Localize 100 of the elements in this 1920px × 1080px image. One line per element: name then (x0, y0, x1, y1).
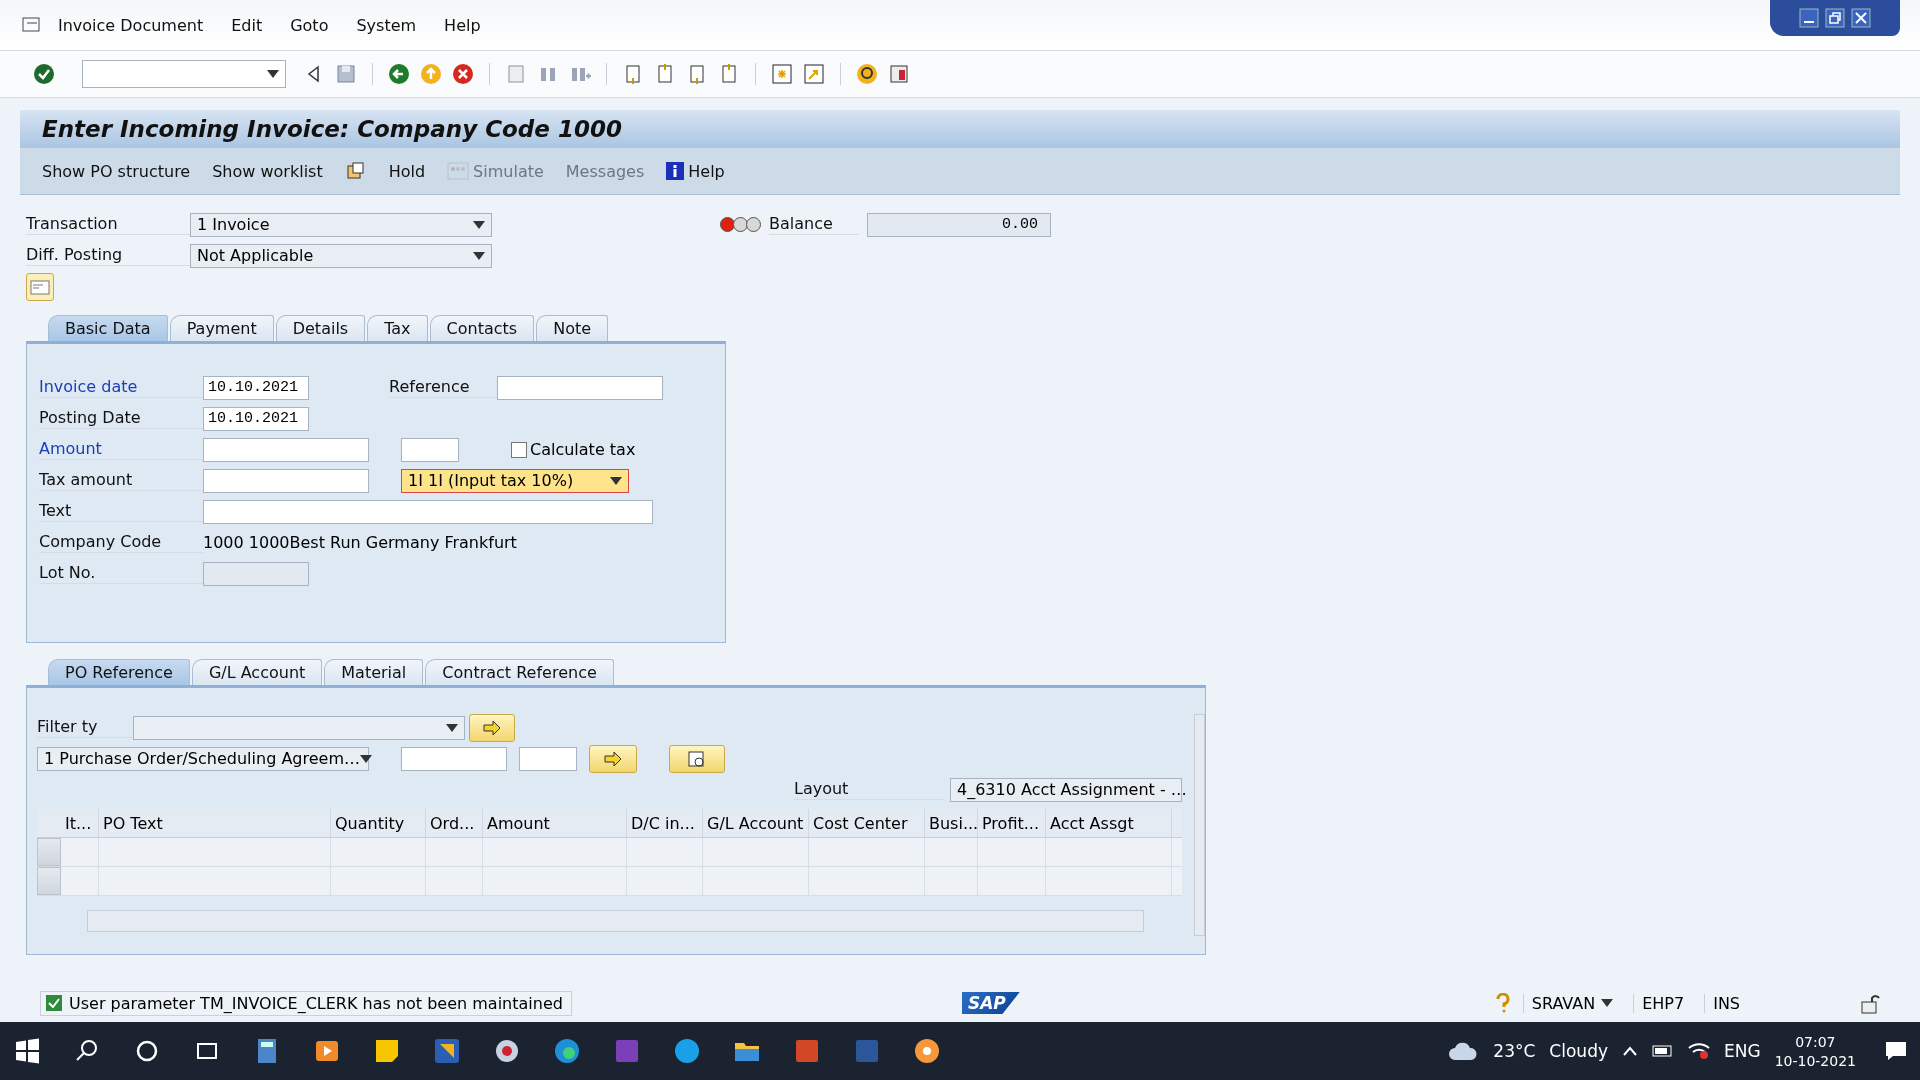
column-header[interactable]: PO Text (99, 809, 331, 837)
shortcut-icon[interactable] (802, 62, 826, 86)
toolbar-button[interactable]: Show PO structure (42, 159, 191, 183)
tab[interactable]: Basic Data (48, 315, 168, 341)
simulate-icon (447, 162, 470, 180)
tab[interactable]: Payment (169, 315, 274, 341)
tab[interactable]: Details (275, 315, 366, 341)
dropdown-caret-icon (473, 220, 485, 229)
filter-dropdown[interactable] (133, 715, 465, 740)
toolbar-button[interactable]: Help (666, 159, 725, 183)
network-icon[interactable] (1688, 1042, 1710, 1060)
lock-icon[interactable] (1860, 992, 1880, 1014)
balance-field: 0.00 (867, 212, 1051, 237)
field-label: Balance (769, 214, 859, 235)
toggle-header-button[interactable] (26, 273, 54, 301)
minimize-icon[interactable] (1799, 8, 1819, 28)
apply-filter-button[interactable] (469, 713, 515, 742)
tab[interactable]: G/L Account (191, 659, 323, 685)
date-field[interactable]: 10.10.2021 (203, 406, 309, 431)
checkbox[interactable] (511, 441, 527, 458)
column-header[interactable]: D/C in... (627, 809, 703, 837)
arrow-right-icon (482, 719, 502, 736)
column-header[interactable]: Amount (483, 809, 627, 837)
dropdown-caret-icon (446, 723, 458, 732)
weather-text: Cloudy (1549, 1041, 1608, 1061)
restore-icon[interactable] (1825, 8, 1845, 28)
dropdown-caret-icon (610, 476, 622, 485)
search-help-button[interactable] (669, 744, 725, 773)
tab[interactable]: Material (324, 659, 424, 685)
dropdown-caret-icon (267, 70, 279, 78)
menu-item[interactable]: Invoice Document (44, 15, 218, 35)
column-header[interactable]: Busi... (925, 809, 978, 837)
currency-field[interactable] (401, 437, 459, 462)
amount-field[interactable] (203, 437, 369, 462)
release-field: EHP7 (1633, 993, 1693, 1013)
menu-item[interactable]: System (342, 15, 431, 35)
diff-posting-dropdown[interactable]: Not Applicable (190, 243, 492, 268)
vertical-scrollbar[interactable] (1194, 714, 1205, 936)
column-header[interactable]: Profit... (978, 809, 1046, 837)
lot-number-field[interactable] (203, 561, 309, 586)
screen-title: Enter Incoming Invoice: Company Code 1000 (20, 110, 1900, 148)
document-type-dropdown[interactable]: 1 Purchase Order/Scheduling Agreem… (37, 746, 369, 771)
dropdown-caret-icon (473, 251, 485, 260)
text-field[interactable] (203, 499, 653, 524)
tab[interactable]: Contacts (429, 315, 535, 341)
dropdown-caret-icon (1601, 999, 1614, 1007)
tab[interactable]: Contract Reference (425, 659, 614, 685)
save-icon[interactable] (334, 62, 358, 86)
field-label: Company Code (39, 532, 203, 553)
success-icon (45, 994, 63, 1012)
mode-field: INS (1704, 993, 1748, 1013)
app-icon[interactable] (432, 1036, 462, 1066)
field-label: Layout (794, 779, 944, 800)
date-field[interactable]: 10.10.2021 (203, 375, 309, 400)
toolbar-button[interactable]: Hold (388, 159, 426, 183)
toolbar-button[interactable]: Show worklist (212, 159, 323, 183)
back-icon[interactable] (387, 62, 411, 86)
browser-icon[interactable] (552, 1036, 582, 1066)
language-indicator[interactable]: ENG (1724, 1041, 1761, 1061)
cancel-icon[interactable] (451, 62, 475, 86)
dropdown-caret-icon (360, 754, 372, 763)
column-header[interactable]: Quantity (331, 809, 426, 837)
column-header[interactable]: G/L Account (703, 809, 809, 837)
status-lights (722, 217, 761, 232)
sap-logo: SAP (961, 992, 1020, 1014)
transaction-dropdown[interactable]: 1 Invoice (190, 212, 492, 237)
layout-icon[interactable] (887, 62, 911, 86)
battery-icon[interactable] (1652, 1044, 1674, 1058)
confirm-icon[interactable] (32, 62, 56, 86)
column-header[interactable]: Acct Assgt (1046, 809, 1172, 837)
column-header[interactable]: Ord... (426, 809, 483, 837)
search-help-icon (687, 749, 707, 768)
document-number-field[interactable] (401, 746, 507, 771)
command-field[interactable] (82, 60, 286, 88)
notification-icon[interactable] (1884, 1040, 1908, 1062)
menu-item[interactable]: Edit (217, 15, 277, 35)
question-icon[interactable] (1494, 993, 1511, 1013)
tax-amount-field[interactable] (203, 468, 369, 493)
arrow-right-icon (603, 750, 623, 767)
tab[interactable]: Note (536, 315, 609, 341)
tab[interactable]: PO Reference (48, 659, 190, 685)
status-text: User parameter TM_INVOICE_CLERK has not been maintained (69, 993, 563, 1013)
menu-item[interactable]: Help (430, 15, 495, 35)
user-field[interactable]: SRAVAN (1522, 993, 1622, 1013)
close-icon[interactable] (1851, 8, 1871, 28)
execute-button[interactable] (589, 744, 637, 773)
tax-code-dropdown[interactable]: 1I 1I (Input tax 10%) (401, 468, 629, 493)
column-header[interactable]: It... (61, 809, 99, 837)
exit-icon[interactable] (419, 62, 443, 86)
reference-field[interactable] (497, 375, 663, 400)
copy-icon (344, 160, 367, 182)
horizontal-scrollbar[interactable] (87, 910, 1144, 932)
column-header[interactable]: Cost Center (809, 809, 925, 837)
tab[interactable]: Tax (367, 315, 428, 341)
chevron-up-icon[interactable] (1622, 1045, 1638, 1057)
company-code-value: 1000 1000Best Run Germany Frankfurt (203, 533, 517, 552)
item-field[interactable] (519, 746, 577, 771)
clock[interactable]: 07:07 10-10-2021 (1774, 1033, 1856, 1069)
new-window-icon[interactable] (770, 62, 794, 86)
menu-item[interactable]: Goto (276, 15, 343, 35)
